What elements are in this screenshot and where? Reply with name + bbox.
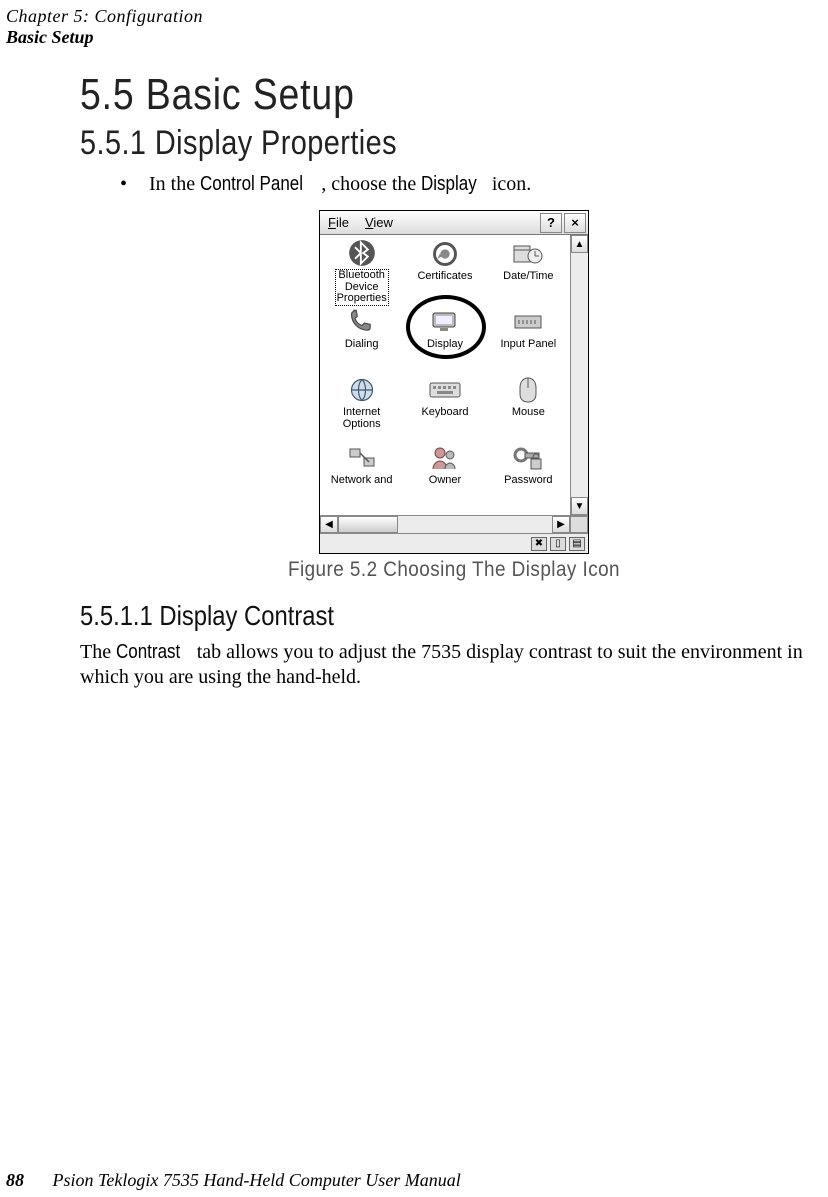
scroll-left-button[interactable]: ◀ (320, 516, 338, 533)
taskbar: ✖ ▯ ▤ (320, 533, 588, 553)
menu-view-rest: iew (373, 215, 393, 230)
page-number: 88 (6, 1170, 24, 1190)
icon-label: Keyboard (421, 407, 468, 419)
heading-5-5-1-1: 5.5.1.1 Display Contrast (80, 600, 716, 632)
page-content: 5.5 Basic Setup 5.5.1 Display Properties… (80, 70, 828, 690)
icon-internet-options[interactable]: Internet Options (320, 371, 403, 439)
bullet-post: icon. (487, 173, 531, 195)
heading-5-5-1: 5.5.1 Display Properties (80, 124, 716, 163)
owner-icon (428, 443, 462, 473)
password-icon (511, 443, 545, 473)
scroll-up-button[interactable]: ▲ (571, 235, 588, 253)
bullet-mid: , choose the (321, 173, 421, 195)
icon-bluetooth[interactable]: Bluetooth Device Properties (320, 235, 403, 303)
window-titlebar: File View ? × (320, 211, 588, 235)
icon-network[interactable]: Network and (320, 439, 403, 507)
chapter-label: Chapter 5: Configuration (6, 6, 203, 27)
horizontal-scrollbar[interactable]: ◀ ▶ (320, 515, 588, 533)
tray-icon-c[interactable]: ▤ (569, 537, 585, 551)
icon-label: Date/Time (503, 271, 553, 283)
book-title: Psion Teklogix 7535 Hand-Held Computer U… (53, 1170, 461, 1190)
scroll-track-h[interactable] (398, 516, 552, 533)
bullet-dot: • (120, 173, 127, 196)
datetime-icon (511, 239, 545, 269)
icon-keyboard[interactable]: Keyboard (403, 371, 486, 439)
control-panel-window: File View ? × Bluetooth Device Propertie… (319, 210, 589, 554)
display-term: Display (421, 173, 477, 196)
icon-password[interactable]: Password (487, 439, 570, 507)
icon-label: Internet Options (343, 407, 381, 430)
icon-certificates[interactable]: Certificates (403, 235, 486, 303)
icon-dialing[interactable]: Dialing (320, 303, 403, 371)
contrast-paragraph: The Contrast tab allows you to adjust th… (80, 640, 820, 690)
menu-view[interactable]: View (357, 215, 401, 230)
display-icon (428, 307, 462, 337)
internet-options-icon (345, 375, 379, 405)
para-pre: The (80, 641, 116, 663)
mouse-icon (511, 375, 545, 405)
section-label: Basic Setup (6, 27, 203, 48)
scroll-down-button[interactable]: ▼ (571, 497, 588, 515)
icon-label: Certificates (417, 271, 472, 283)
control-panel-term: Control Panel (200, 173, 303, 196)
icon-label: Input Panel (501, 339, 557, 351)
network-icon (345, 443, 379, 473)
dialing-icon (345, 307, 379, 337)
icon-display[interactable]: Display (403, 303, 486, 371)
icon-owner[interactable]: Owner (403, 439, 486, 507)
page-footer: 88 Psion Teklogix 7535 Hand-Held Compute… (6, 1170, 461, 1191)
icon-mouse[interactable]: Mouse (487, 371, 570, 439)
help-button[interactable]: ? (540, 213, 562, 233)
icon-label: Owner (429, 475, 461, 487)
scroll-thumb[interactable] (338, 516, 398, 533)
tray-icon-b[interactable]: ▯ (550, 537, 566, 551)
tray-icon-a[interactable]: ✖ (531, 537, 547, 551)
icon-label: Mouse (512, 407, 545, 419)
menu-file[interactable]: File (320, 215, 357, 230)
window-body: Bluetooth Device Properties Certificates… (320, 235, 588, 515)
keyboard-icon (428, 375, 462, 405)
icon-input-panel[interactable]: Input Panel (487, 303, 570, 371)
scroll-corner (570, 516, 588, 533)
icon-label: Display (427, 339, 463, 351)
icon-label: Bluetooth Device Properties (335, 269, 389, 306)
bluetooth-icon (345, 239, 379, 267)
icon-datetime[interactable]: Date/Time (487, 235, 570, 303)
input-panel-icon (511, 307, 545, 337)
page-header: Chapter 5: Configuration Basic Setup (6, 6, 203, 47)
para-rest: tab allows you to adjust the 7535 displa… (80, 641, 803, 688)
heading-5-5: 5.5 Basic Setup (80, 70, 716, 120)
scroll-track[interactable] (571, 253, 588, 497)
icon-label: Password (504, 475, 552, 487)
scroll-right-button[interactable]: ▶ (552, 516, 570, 533)
close-button[interactable]: × (564, 213, 586, 233)
icon-label: Network and (331, 475, 393, 487)
bullet-pre: In the (149, 173, 200, 195)
contrast-term: Contrast (116, 640, 180, 665)
certificates-icon (428, 239, 462, 269)
icon-label: Dialing (345, 339, 379, 351)
figure-caption: Figure 5.2 Choosing The Display Icon (117, 558, 790, 582)
menu-file-rest: ile (336, 215, 349, 230)
bullet-text: In the Control Panel , choose the Display… (149, 173, 531, 196)
vertical-scrollbar[interactable]: ▲ ▼ (570, 235, 588, 515)
instruction-bullet: • In the Control Panel , choose the Displ… (120, 173, 828, 196)
icon-grid: Bluetooth Device Properties Certificates… (320, 235, 570, 515)
